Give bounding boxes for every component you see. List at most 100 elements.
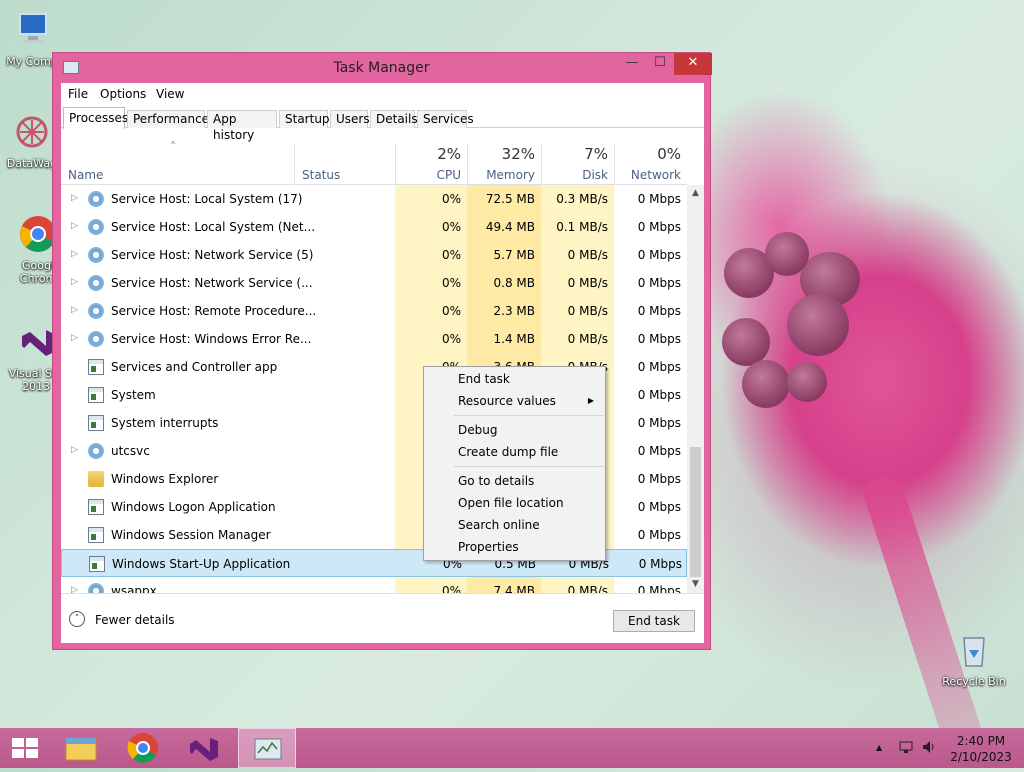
memory-cell: 49.4 MB — [467, 213, 541, 241]
network-cell: 0 Mbps — [637, 388, 681, 402]
taskbar-file-explorer[interactable] — [52, 728, 110, 768]
disk-cell: 0 MB/s — [541, 577, 614, 593]
table-row[interactable]: 0% 5.7 MB 0 MB/s 0 Mbps ▷ Service Host: Netwo… — [61, 241, 687, 269]
table-row[interactable]: 0% 1.4 MB 0 MB/s 0 Mbps ▷ Service Host: Windo… — [61, 325, 687, 353]
tray-overflow-icon[interactable]: ▲ — [876, 743, 882, 752]
menu-options[interactable]: Options — [100, 87, 146, 101]
tab-users[interactable]: Users — [330, 110, 370, 128]
process-name: wsappx — [111, 584, 157, 593]
network-cell: 0 Mbps — [637, 444, 681, 458]
expand-chevron-icon[interactable]: ▷ — [71, 445, 78, 455]
title-bar[interactable]: Task Manager — ☐ ✕ — [53, 53, 712, 83]
menu-item-label: Create dump file — [458, 445, 559, 459]
menu-item-label: Debug — [458, 423, 498, 437]
tab-startup[interactable]: Startup — [279, 110, 330, 128]
expand-chevron-icon[interactable]: ▷ — [71, 193, 78, 203]
network-icon[interactable] — [898, 739, 914, 755]
tab-app-history[interactable]: App history — [207, 110, 277, 142]
process-name: System — [111, 388, 156, 402]
tab-performance[interactable]: Performance — [127, 110, 209, 128]
expand-chevron-icon[interactable]: ▷ — [71, 221, 78, 231]
scroll-up-icon[interactable]: ▲ — [687, 185, 704, 202]
menu-go-to-details[interactable]: Go to details — [425, 470, 604, 492]
application-icon — [88, 359, 104, 375]
table-row[interactable]: 0% 49.4 MB 0.1 MB/s 0 Mbps ▷ Service Host: Lo… — [61, 213, 687, 241]
chrome-icon — [127, 733, 158, 763]
memory-cell: 5.7 MB — [467, 241, 541, 269]
system-clock[interactable]: 2:40 PM 2/10/2023 — [948, 733, 1014, 765]
tab-services[interactable]: Services — [417, 110, 474, 128]
sort-arrow-icon: ˄ — [170, 140, 176, 154]
table-row[interactable]: 0% 7.4 MB 0 MB/s 0 Mbps ▷ wsappx — [61, 577, 687, 593]
end-task-button[interactable]: End task — [613, 610, 695, 632]
menu-file[interactable]: File — [68, 87, 88, 101]
taskbar-visual-studio[interactable] — [176, 728, 234, 768]
table-row[interactable]: 0% 0.8 MB 0 MB/s 0 Mbps ▷ Service Host: Netwo… — [61, 269, 687, 297]
memory-total: 32% — [501, 145, 535, 163]
network-cell: 0 Mbps — [637, 528, 681, 542]
column-cpu[interactable]: CPU — [395, 168, 461, 182]
clock-time: 2:40 PM — [956, 734, 1006, 748]
expand-chevron-icon[interactable]: ▷ — [71, 277, 78, 287]
maximize-button[interactable]: ☐ — [646, 53, 674, 75]
expand-chevron-icon[interactable]: ▷ — [71, 249, 78, 259]
taskbar-chrome[interactable] — [114, 728, 172, 768]
wallpaper-pistil — [765, 232, 809, 276]
column-network[interactable]: Network — [614, 168, 681, 182]
disk-cell: 0.3 MB/s — [541, 185, 614, 213]
menu-separator — [454, 415, 604, 416]
tab-processes[interactable]: Processes — [63, 107, 128, 129]
scrollbar-thumb[interactable] — [690, 447, 701, 577]
column-status[interactable]: Status — [302, 168, 340, 182]
clock-date: 2/10/2023 — [950, 750, 1012, 764]
tab-details[interactable]: Details — [370, 110, 418, 128]
expand-chevron-icon[interactable]: ▷ — [71, 585, 78, 593]
disk-cell: 0 MB/s — [541, 325, 614, 353]
menu-view[interactable]: View — [156, 87, 184, 101]
process-name: Service Host: Network Service (... — [111, 276, 313, 290]
wallpaper-pistil — [742, 360, 790, 408]
desktop-icon-label: Recycle Bin — [942, 675, 1006, 688]
gear-icon — [88, 191, 104, 207]
network-cell: 0 Mbps — [637, 360, 681, 374]
expand-chevron-icon[interactable]: ▷ — [71, 333, 78, 343]
minimize-button[interactable]: — — [618, 53, 646, 75]
scroll-down-icon[interactable]: ▼ — [687, 576, 704, 593]
computer-icon — [19, 13, 47, 43]
fewer-details-link[interactable]: Fewer details — [95, 613, 175, 627]
network-total: 0% — [657, 145, 681, 163]
start-button[interactable] — [12, 738, 38, 758]
menu-open-file-location[interactable]: Open file location — [425, 492, 604, 514]
menu-resource-values[interactable]: Resource values ▶ — [425, 390, 604, 412]
volume-icon[interactable] — [921, 739, 937, 755]
column-name[interactable]: Name — [68, 168, 103, 182]
tab-strip: Processes Performance App history Startu… — [61, 105, 704, 142]
process-name: Service Host: Network Service (5) — [111, 248, 314, 262]
cpu-cell: 0% — [395, 185, 467, 213]
expand-chevron-icon[interactable]: ▷ — [71, 305, 78, 315]
menu-search-online[interactable]: Search online — [425, 514, 604, 536]
wallpaper-pistil — [722, 318, 770, 366]
table-row[interactable]: 0% 72.5 MB 0.3 MB/s 0 Mbps ▷ Service Host: Lo… — [61, 185, 687, 213]
menu-debug[interactable]: Debug — [425, 419, 604, 441]
network-cell: 0 Mbps — [637, 584, 681, 593]
application-icon — [89, 556, 105, 572]
menu-end-task[interactable]: End task — [425, 368, 604, 390]
cpu-cell: 0% — [395, 213, 467, 241]
menu-item-label: End task — [458, 372, 510, 386]
menu-properties[interactable]: Properties — [425, 536, 604, 558]
gear-icon — [88, 443, 104, 459]
disk-total: 7% — [584, 145, 608, 163]
chevron-up-icon[interactable]: ˄ — [69, 611, 85, 627]
menu-create-dump-file[interactable]: Create dump file — [425, 441, 604, 463]
network-cell: 0 Mbps — [637, 276, 681, 290]
taskbar-task-manager[interactable] — [238, 728, 296, 768]
table-row[interactable]: 0% 2.3 MB 0 MB/s 0 Mbps ▷ Service Host: Remot… — [61, 297, 687, 325]
vertical-scrollbar[interactable]: ▲ ▼ — [687, 185, 704, 593]
desktop-icon-recycle-bin[interactable]: Recycle Bin — [942, 630, 1006, 688]
close-button[interactable]: ✕ — [674, 53, 712, 75]
process-name: Service Host: Local System (Net... — [111, 220, 316, 234]
process-name: Windows Explorer — [111, 472, 219, 486]
column-memory[interactable]: Memory — [467, 168, 535, 182]
column-disk[interactable]: Disk — [541, 168, 608, 182]
